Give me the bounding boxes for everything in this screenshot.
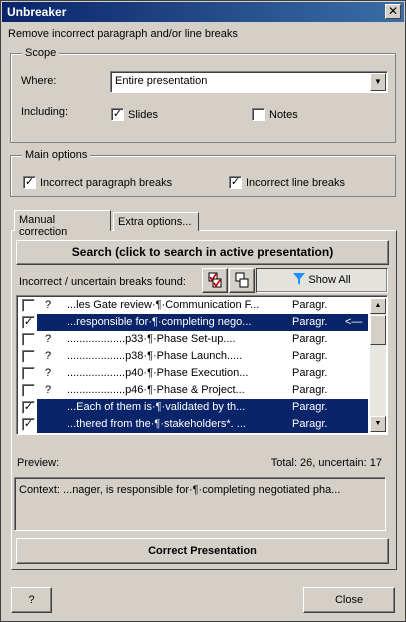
paragraph-breaks-label: Incorrect paragraph breaks [40, 177, 173, 189]
dropdown-arrow-icon[interactable]: ▼ [370, 73, 386, 91]
totals-text: Total: 26, uncertain: 17 [270, 457, 382, 469]
row-checkbox[interactable] [22, 350, 35, 363]
scrollbar-thumb[interactable] [370, 315, 386, 345]
tab-manual-correction[interactable]: Manual correction [14, 210, 111, 238]
list-item[interactable]: ? ...................p40·¶·Phase Executi… [19, 365, 368, 382]
row-checkbox[interactable] [22, 333, 35, 346]
unbreaker-dialog: Unbreaker ✕ Remove incorrect paragraph a… [0, 0, 406, 622]
slides-checkbox[interactable]: ✓ [111, 108, 124, 121]
paragraph-breaks-checkbox[interactable]: ✓ [23, 176, 36, 189]
preview-label: Preview: [17, 457, 60, 469]
main-options-group [10, 155, 396, 197]
filter-icon [293, 273, 306, 285]
uncertain-flag: ? [45, 367, 52, 379]
uncertain-flag: ? [45, 299, 52, 311]
close-icon[interactable]: ✕ [385, 4, 401, 19]
title-bar[interactable]: Unbreaker ✕ [2, 2, 404, 22]
current-row-indicator: <— [345, 316, 363, 328]
where-value: Entire presentation [115, 75, 208, 87]
check-mark-icon: ✓ [23, 401, 34, 413]
show-all-button[interactable]: Show All [256, 268, 388, 293]
row-checkbox[interactable] [22, 367, 35, 380]
select-checked-icon [208, 272, 222, 288]
list-item[interactable]: ? ...................p33·¶·Phase Set-up.… [19, 331, 368, 348]
check-mark-icon: ✓ [112, 108, 123, 120]
row-checkbox[interactable]: ✓ [22, 401, 35, 414]
break-type: Paragr. [292, 418, 328, 430]
list-item[interactable]: ? ...les Gate review·¶·Communication F..… [19, 297, 368, 314]
uncertain-flag: ? [45, 350, 52, 362]
break-context: ...thered from the·¶·stakeholders*. ... [67, 418, 246, 430]
slides-label: Slides [128, 109, 158, 121]
row-checkbox[interactable]: ✓ [22, 316, 35, 329]
scope-legend: Scope [22, 47, 60, 59]
uncertain-flag: ? [45, 384, 52, 396]
break-type: Paragr. [292, 384, 328, 396]
break-context: ...les Gate review·¶·Communication F... [67, 299, 260, 311]
notes-label: Notes [269, 109, 298, 121]
list-item[interactable]: ? ...................p38·¶·Phase Launch.… [19, 348, 368, 365]
check-mark-icon: ✓ [230, 176, 241, 188]
scroll-down-icon[interactable]: ▼ [370, 416, 386, 432]
close-button[interactable]: Close [303, 587, 395, 613]
break-context: ...responsible for·¶·completing nego... [67, 316, 252, 328]
row-checkbox[interactable]: ✓ [22, 418, 35, 431]
where-label: Where: [21, 75, 57, 87]
uncertain-flag: ? [45, 333, 52, 345]
line-breaks-label: Incorrect line breaks [246, 177, 346, 189]
help-button[interactable]: ? [11, 587, 52, 613]
list-item[interactable]: ✓ ...thered from the·¶·stakeholders*. ..… [19, 416, 368, 433]
preview-text: Context: ...nager, is responsible for·¶·… [19, 484, 341, 496]
break-context: ...................p46·¶·Phase & Project… [67, 384, 245, 396]
break-context: ...Each of them is·¶·validated by th... [67, 401, 246, 413]
break-type: Paragr. [292, 299, 328, 311]
break-context: ...................p38·¶·Phase Launch...… [67, 350, 243, 362]
scroll-up-icon[interactable]: ▲ [370, 298, 386, 314]
window-title: Unbreaker [7, 5, 67, 19]
break-type: Paragr. [292, 333, 328, 345]
select-checked-button[interactable] [202, 268, 228, 293]
select-none-button[interactable] [229, 268, 255, 293]
main-options-legend: Main options [22, 149, 91, 161]
row-checkbox[interactable] [22, 384, 35, 397]
search-button[interactable]: Search (click to search in active presen… [16, 240, 389, 265]
break-context: ...................p33·¶·Phase Set-up...… [67, 333, 236, 345]
line-breaks-checkbox[interactable]: ✓ [229, 176, 242, 189]
correct-presentation-button[interactable]: Correct Presentation [16, 538, 389, 564]
including-label: Including: [21, 106, 69, 118]
break-type: Paragr. [292, 401, 328, 413]
results-list[interactable]: ? ...les Gate review·¶·Communication F..… [16, 295, 388, 435]
where-combobox[interactable]: Entire presentation ▼ [110, 71, 388, 93]
row-checkbox[interactable] [22, 299, 35, 312]
vertical-scrollbar[interactable]: ▲ ▼ [370, 298, 386, 432]
break-type: Paragr. [292, 367, 328, 379]
list-item[interactable]: ✓ ...Each of them is·¶·validated by th..… [19, 399, 368, 416]
break-type: Paragr. [292, 316, 328, 328]
tab-extra-options-label: Extra options... [118, 216, 192, 228]
tab-manual-correction-label: Manual correction [19, 214, 68, 238]
check-mark-icon: ✓ [23, 316, 34, 328]
preview-box: Context: ...nager, is responsible for·¶·… [14, 477, 386, 531]
tab-extra-options[interactable]: Extra options... [113, 212, 199, 231]
break-context: ...................p40·¶·Phase Execution… [67, 367, 249, 379]
list-item[interactable]: ? ...................p46·¶·Phase & Proje… [19, 382, 368, 399]
select-none-icon [235, 272, 249, 288]
notes-checkbox[interactable] [252, 108, 265, 121]
check-mark-icon: ✓ [23, 418, 34, 430]
list-item[interactable]: ✓ ...responsible for·¶·completing nego..… [19, 314, 368, 331]
description-text: Remove incorrect paragraph and/or line b… [8, 28, 238, 40]
check-mark-icon: ✓ [24, 176, 35, 188]
scope-group [10, 53, 396, 143]
breaks-found-label: Incorrect / uncertain breaks found: [19, 276, 186, 288]
break-type: Paragr. [292, 350, 328, 362]
show-all-label: Show All [308, 274, 351, 286]
